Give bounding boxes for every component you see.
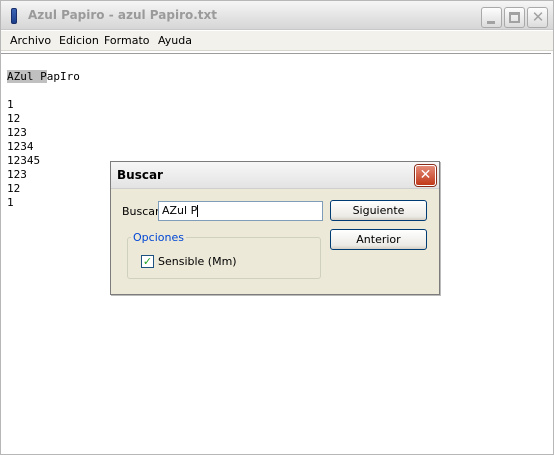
case-sensitive-checkbox[interactable]: ✓ (141, 255, 154, 268)
editor-line: AZul PapIro (7, 70, 80, 84)
dialog-title-bar[interactable]: Buscar ✕ (111, 162, 439, 189)
editor-line: 123 (7, 126, 27, 139)
dialog-close-button[interactable]: ✕ (415, 165, 436, 186)
search-input[interactable]: AZul P (158, 201, 323, 221)
options-legend: Opciones (131, 231, 186, 244)
close-icon: ✕ (419, 167, 432, 183)
search-match-highlight: AZul P (7, 70, 47, 83)
editor-line: 1 (7, 98, 14, 111)
editor-line: 12 (7, 182, 21, 195)
editor-line: 123 (7, 168, 27, 181)
menu-edicion[interactable]: Edicion (59, 34, 99, 47)
menu-archivo[interactable]: Archivo (10, 34, 51, 47)
editor-line: 12345 (7, 154, 41, 167)
close-button[interactable]: ✕ (527, 7, 548, 28)
editor-line: 12 (7, 112, 21, 125)
close-icon: ✕ (531, 8, 545, 26)
menu-formato[interactable]: Formato (104, 34, 150, 47)
previous-button[interactable]: Anterior (330, 229, 427, 250)
find-dialog: Buscar ✕ Buscar AZul P Siguiente Anterio… (110, 161, 440, 295)
minimize-button[interactable] (481, 7, 502, 28)
editor-text: apIro (46, 70, 80, 83)
menu-ayuda[interactable]: Ayuda (158, 34, 192, 47)
window-title: Azul Papiro - azul Papiro.txt (28, 8, 217, 22)
search-label: Buscar (122, 205, 160, 218)
maximize-button[interactable] (504, 7, 525, 28)
app-icon (11, 8, 17, 24)
editor-line: 1234 (7, 140, 34, 153)
text-caret (197, 205, 199, 217)
editor-line: 1 (7, 196, 14, 209)
maximize-icon (509, 12, 520, 23)
menu-bar: Archivo Edicion Formato Ayuda (1, 31, 553, 51)
checkmark-icon: ✓ (142, 255, 153, 268)
dialog-title: Buscar (117, 168, 163, 182)
search-input-value: AZul P (162, 204, 198, 217)
case-sensitive-label[interactable]: Sensible (Mm) (158, 255, 237, 268)
minimize-icon (487, 21, 495, 24)
next-button[interactable]: Siguiente (330, 200, 427, 221)
title-bar[interactable]: Azul Papiro - azul Papiro.txt ✕ (1, 1, 553, 30)
